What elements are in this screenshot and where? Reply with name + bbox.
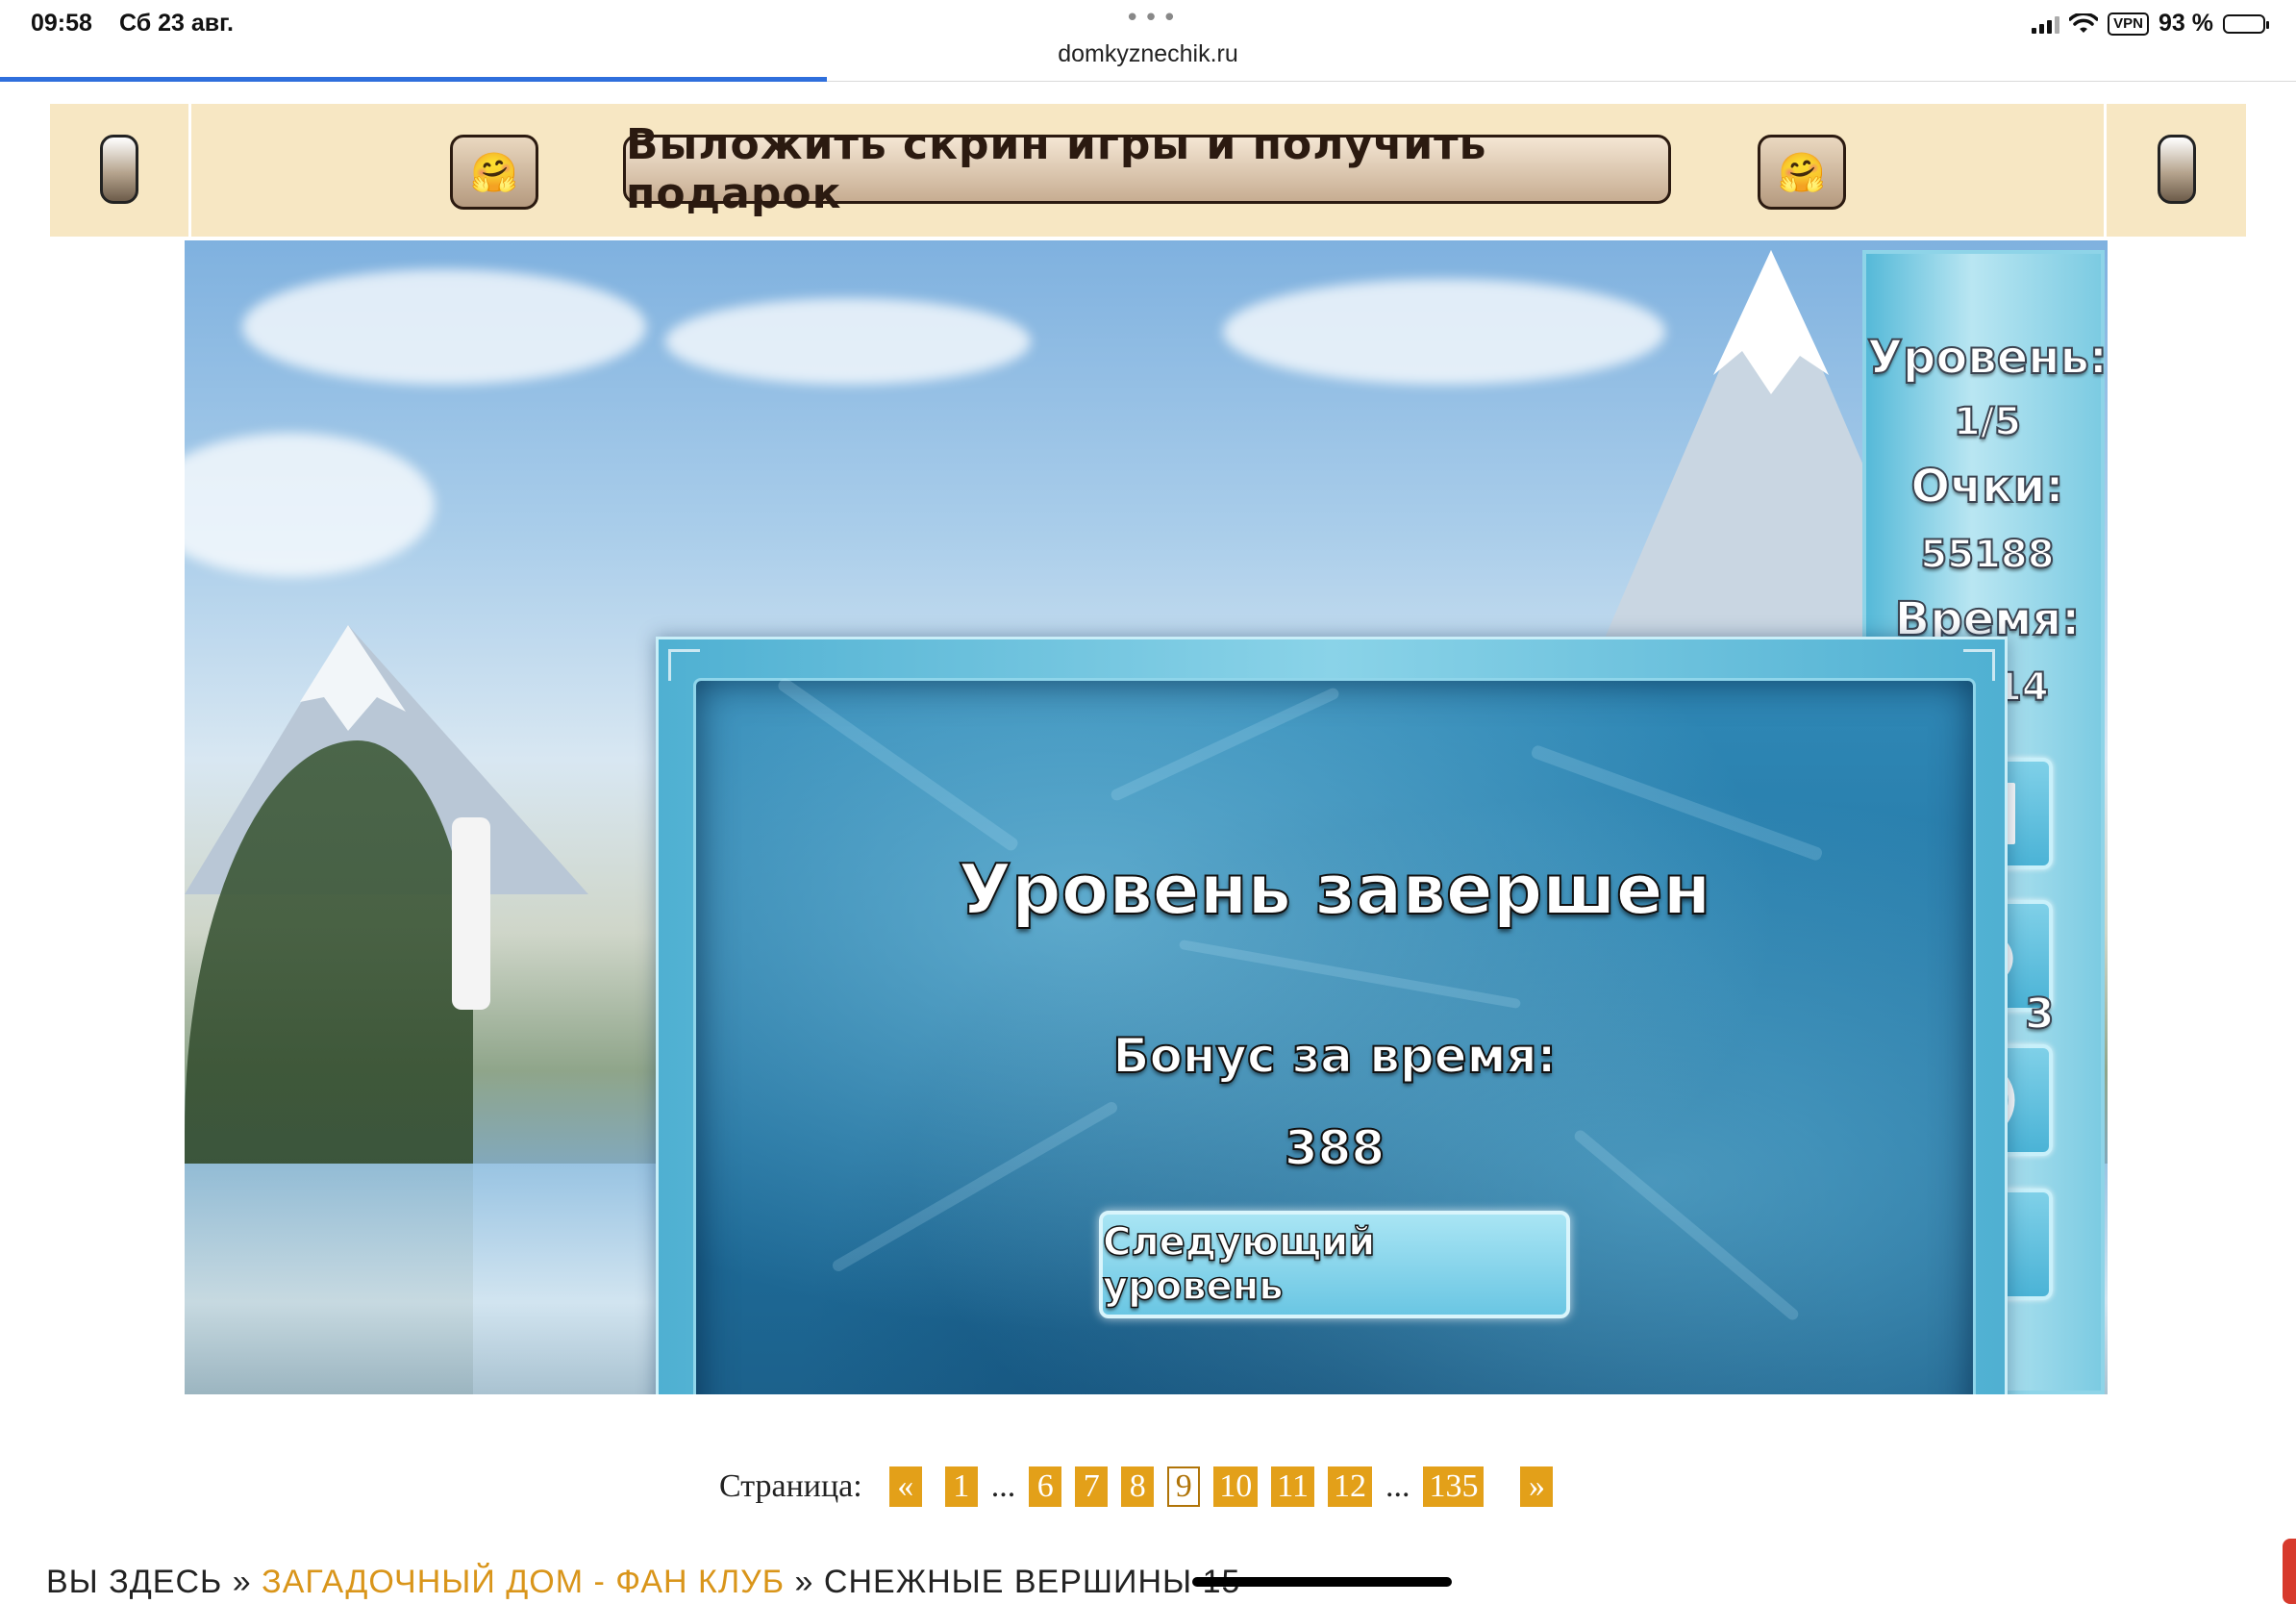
- pagination: Страница: « 1 ... 6 7 8 9 10 11 12 ... 1…: [719, 1466, 1566, 1508]
- breadcrumb-current: СНЕЖНЫЕ ВЕРШИНЫ 15: [823, 1564, 1241, 1600]
- next-level-button[interactable]: Следующий уровень: [1099, 1211, 1570, 1318]
- banner-divider: [188, 104, 191, 237]
- breadcrumb-link-fan-club[interactable]: ЗАГАДОЧНЫЙ ДОМ - ФАН КЛУБ: [262, 1564, 785, 1600]
- dialog-title: Уровень завершен: [958, 848, 1712, 931]
- promo-banner: 🤗 Выложить скрин игры и получить подарок…: [50, 104, 2246, 237]
- banner-left-handle[interactable]: [100, 135, 138, 204]
- address-url[interactable]: domkyznechik.ru: [0, 40, 2296, 68]
- status-indicators: VPN 93 %: [2032, 10, 2269, 38]
- cloud: [185, 433, 435, 577]
- status-time: 09:58: [31, 10, 92, 37]
- next-page-button[interactable]: »: [1520, 1466, 1554, 1507]
- page-link[interactable]: 8: [1121, 1466, 1155, 1507]
- cloud: [665, 298, 1031, 385]
- frame-corner: [1963, 649, 1995, 681]
- page-link[interactable]: 12: [1327, 1466, 1372, 1507]
- score-value: 55188: [1919, 532, 2055, 578]
- score-label: Очки:: [1909, 459, 2064, 514]
- page-link[interactable]: 11: [1271, 1466, 1314, 1507]
- breadcrumb-separator: »: [232, 1564, 252, 1600]
- page-link[interactable]: 7: [1075, 1466, 1109, 1507]
- status-date: Сб 23 авг.: [119, 10, 234, 37]
- breadcrumb-separator: »: [794, 1564, 814, 1600]
- undo-count: 3: [2024, 989, 2056, 1040]
- breadcrumb: ВЫ ЗДЕСЬ » ЗАГАДОЧНЫЙ ДОМ - ФАН КЛУБ » С…: [46, 1564, 1240, 1601]
- wifi-icon: [2069, 13, 2099, 33]
- cloud: [242, 269, 646, 385]
- battery-percent: 93 %: [2159, 10, 2213, 37]
- prev-page-button[interactable]: «: [888, 1466, 922, 1507]
- hugging-face-icon: 🤗: [470, 150, 518, 195]
- cellular-signal-icon: [2032, 14, 2060, 34]
- level-label: Уровень:: [1866, 330, 2108, 386]
- post-screenshot-button[interactable]: Выложить скрин игры и получить подарок: [623, 120, 1671, 218]
- time-bonus-label: Бонус за время:: [1111, 1027, 1557, 1085]
- page-link[interactable]: 135: [1423, 1466, 1485, 1507]
- hugging-face-icon: 🤗: [1778, 150, 1826, 195]
- hugging-emoji-button[interactable]: 🤗: [450, 135, 538, 210]
- current-page: 9: [1167, 1466, 1201, 1507]
- pagination-label: Страница:: [719, 1468, 862, 1504]
- page-link[interactable]: 6: [1029, 1466, 1062, 1507]
- banner-right-handle[interactable]: [2158, 135, 2196, 204]
- time-bonus-value: 388: [1284, 1119, 1385, 1177]
- more-dots-icon[interactable]: •••: [1125, 4, 1181, 33]
- home-indicator[interactable]: [1192, 1577, 1452, 1587]
- level-complete-dialog: Уровень завершен Бонус за время: 388 Сле…: [656, 637, 2008, 1394]
- page-link[interactable]: 1: [944, 1466, 978, 1507]
- pagination-ellipsis: ...: [1385, 1468, 1410, 1504]
- vpn-badge: VPN: [2108, 12, 2150, 36]
- breadcrumb-prefix: ВЫ ЗДЕСЬ: [46, 1564, 223, 1600]
- banner-divider: [2104, 104, 2107, 237]
- page-load-progress: [0, 77, 827, 82]
- game-area[interactable]: e r 15 Уровень: 1/5 Очки: 55188 Время: 0…: [185, 240, 2108, 1394]
- level-value: 1/5: [1953, 399, 2022, 445]
- battery-icon: [2223, 13, 2269, 34]
- card-partial[interactable]: [452, 817, 490, 1010]
- frame-corner: [668, 649, 700, 681]
- page-link[interactable]: 10: [1213, 1466, 1259, 1507]
- edge-tab[interactable]: [2283, 1539, 2296, 1604]
- hugging-emoji-button[interactable]: 🤗: [1758, 135, 1846, 210]
- pagination-ellipsis: ...: [990, 1468, 1016, 1504]
- status-bar: 09:58 Сб 23 авг. ••• domkyznechik.ru VPN…: [0, 0, 2296, 77]
